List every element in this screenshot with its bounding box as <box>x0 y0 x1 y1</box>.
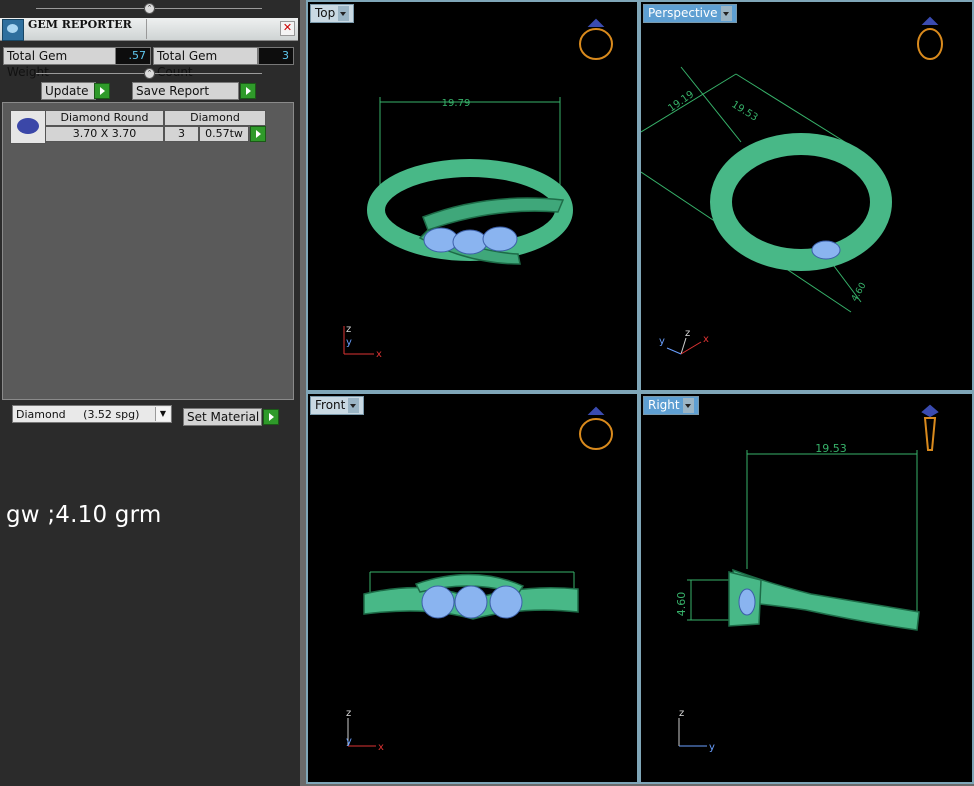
chevron-down-icon[interactable] <box>338 6 350 21</box>
update-button[interactable]: Update <box>41 82 96 100</box>
svg-text:z: z <box>679 708 684 719</box>
ring-thumb-icon <box>579 18 613 60</box>
update-go-icon[interactable] <box>94 83 110 99</box>
gem-stones <box>738 588 756 616</box>
svg-text:z: z <box>685 328 690 339</box>
tab-front[interactable]: Front <box>310 396 365 415</box>
perspective-dim1: 19.19 <box>666 89 696 114</box>
gem-reporter-logo-icon <box>2 19 24 41</box>
chevron-down-icon[interactable]: ▼ <box>155 407 170 421</box>
axis-indicator: z y <box>678 708 715 753</box>
close-icon[interactable]: ✕ <box>280 21 295 36</box>
svg-text:y: y <box>346 337 352 348</box>
right-height-label: 4.60 <box>675 592 688 617</box>
top-dimension-label: 19.79 <box>442 98 471 109</box>
right-view-render: 19.53 4.60 z y <box>675 404 939 753</box>
axis-indicator: z y x <box>659 328 709 355</box>
gross-weight-note: gw ;4.10 grm <box>6 502 162 528</box>
gem-reporter-header: GEM REPORTER ✕ <box>0 18 298 41</box>
total-gem-count-value: 3 <box>258 47 294 65</box>
chevron-down-icon[interactable] <box>720 6 732 21</box>
gem-stones <box>811 240 841 260</box>
viewport-top[interactable]: 19.79 z y x Top <box>306 0 639 392</box>
gem-reporter-panel: ⌃ GEM REPORTER ✕ Total Gem Weight .57 To… <box>0 0 300 786</box>
total-gem-count-label: Total Gem Count <box>153 47 258 79</box>
axis-indicator: z y x <box>343 324 382 360</box>
gem-size-cell: 3.70 X 3.70 <box>45 126 164 142</box>
total-gem-weight-value: .57 <box>115 47 151 65</box>
tab-perspective[interactable]: Perspective <box>643 4 737 23</box>
svg-text:z: z <box>346 708 351 719</box>
save-report-button[interactable]: Save Report <box>132 82 239 100</box>
perspective-view-render: 19.19 19.53 4.60 z y x <box>641 16 943 355</box>
svg-text:y: y <box>709 742 715 753</box>
material-select-value: Diamond (3.52 spg) <box>16 408 140 421</box>
svg-text:x: x <box>376 349 382 360</box>
svg-text:y: y <box>659 336 665 347</box>
perspective-dim3: 4.60 <box>850 281 869 304</box>
ring-model <box>728 568 920 631</box>
ring-thumb-icon <box>579 406 613 450</box>
set-material-go-icon[interactable] <box>263 409 279 425</box>
tab-top[interactable]: Top <box>310 4 355 23</box>
chevron-down-icon[interactable] <box>348 398 360 413</box>
svg-text:x: x <box>378 742 384 753</box>
svg-text:y: y <box>346 736 352 747</box>
ring-thumb-icon <box>917 16 943 60</box>
chevron-down-icon[interactable] <box>682 398 694 413</box>
gem-count-cell: 3 <box>164 126 199 142</box>
mid-splitter-knob[interactable]: ⌃ <box>144 68 155 79</box>
viewport-right[interactable]: 19.53 4.60 z y Right <box>639 392 974 784</box>
viewport-perspective[interactable]: 19.19 19.53 4.60 z y x Perspective <box>639 0 974 392</box>
tab-right[interactable]: Right <box>643 396 699 415</box>
total-gem-weight-label: Total Gem Weight <box>3 47 116 79</box>
front-view-render: z y x <box>346 406 613 753</box>
material-select[interactable]: Diamond (3.52 spg) ▼ <box>12 405 172 423</box>
viewport-front[interactable]: z y x Front <box>306 392 639 784</box>
ring-thumb-icon <box>921 404 939 451</box>
save-report-go-icon[interactable] <box>240 83 256 99</box>
gem-shape-cell: Diamond Round <box>45 110 164 126</box>
gem-stones <box>423 226 518 255</box>
svg-text:x: x <box>703 334 709 345</box>
viewports-area: 19.79 z y x Top 19.19 19.53 4.60 z y x P… <box>300 0 974 786</box>
perspective-dim2: 19.53 <box>729 99 759 124</box>
gem-weight-cell: 0.57tw <box>199 126 249 142</box>
svg-text:z: z <box>346 324 351 335</box>
gem-row-go-icon[interactable] <box>250 126 266 142</box>
gem-stones <box>421 585 523 619</box>
set-material-button[interactable]: Set Material <box>183 408 262 426</box>
gem-reporter-title: GEM REPORTER <box>28 18 132 31</box>
top-view-render: 19.79 z y x <box>343 18 613 360</box>
gem-material-cell: Diamond <box>164 110 266 126</box>
top-splitter-knob[interactable]: ⌃ <box>144 3 155 14</box>
ring-model <box>710 133 892 271</box>
right-width-label: 19.53 <box>815 442 847 455</box>
gem-round-icon[interactable] <box>10 110 46 144</box>
gem-list-panel: Diamond Round Diamond 3.70 X 3.70 3 0.57… <box>2 102 294 400</box>
axis-indicator: z y x <box>346 708 384 753</box>
